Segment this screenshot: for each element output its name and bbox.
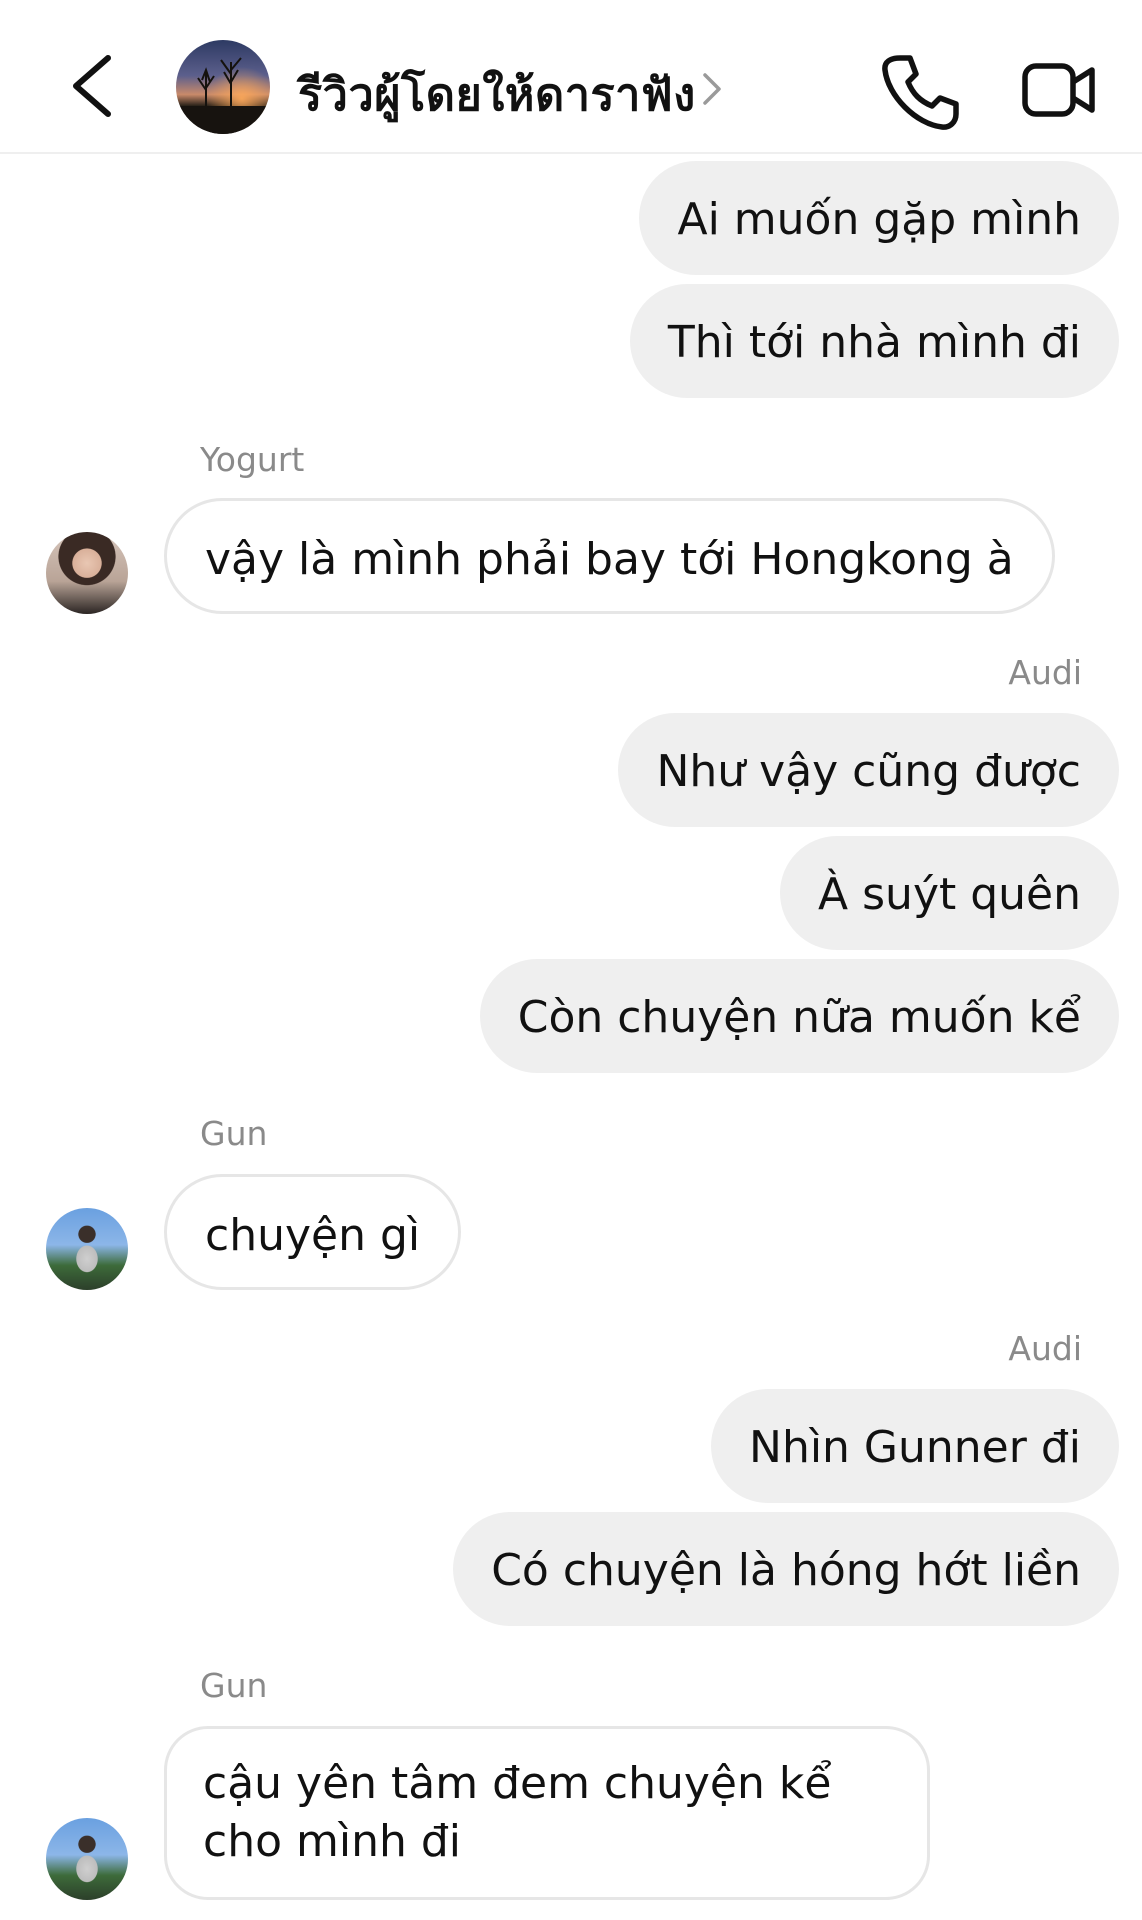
group-avatar[interactable]: [176, 40, 270, 134]
outgoing-message[interactable]: À suýt quên: [780, 836, 1119, 950]
sender-name: Audi: [1008, 653, 1082, 692]
outgoing-message[interactable]: Ai muốn gặp mình: [639, 161, 1119, 275]
video-camera-icon[interactable]: [1022, 58, 1096, 120]
phone-icon[interactable]: [880, 52, 960, 132]
avatar-photo: [176, 57, 270, 134]
chat-title[interactable]: รีวิวผู้โดยให้ดาราฟัง: [298, 58, 696, 130]
incoming-message[interactable]: vậy là mình phải bay tới Hongkong à: [164, 498, 1055, 614]
incoming-message[interactable]: cậu yên tâm đem chuyện kể cho mình đi: [164, 1726, 930, 1900]
outgoing-message[interactable]: Còn chuyện nữa muốn kể: [479, 959, 1119, 1073]
chevron-left-icon[interactable]: [66, 54, 118, 118]
avatar[interactable]: [46, 1208, 128, 1290]
incoming-message[interactable]: chuyện gì: [164, 1174, 462, 1290]
chat-header: รีวิวผู้โดยให้ดาราฟัง: [0, 0, 1142, 154]
outgoing-message[interactable]: Nhìn Gunner đi: [711, 1389, 1119, 1503]
outgoing-message[interactable]: Có chuyện là hóng hớt liền: [453, 1512, 1119, 1626]
sender-name: Audi: [1008, 1329, 1082, 1368]
sender-name: Gun: [200, 1114, 268, 1153]
sender-name: Gun: [200, 1666, 268, 1705]
sender-name: Yogurt: [200, 440, 305, 479]
outgoing-message[interactable]: Như vậy cũng được: [618, 713, 1119, 827]
avatar[interactable]: [46, 1818, 128, 1900]
chevron-right-icon[interactable]: [700, 70, 724, 108]
avatar[interactable]: [46, 532, 128, 614]
outgoing-message[interactable]: Thì tới nhà mình đi: [629, 284, 1119, 398]
